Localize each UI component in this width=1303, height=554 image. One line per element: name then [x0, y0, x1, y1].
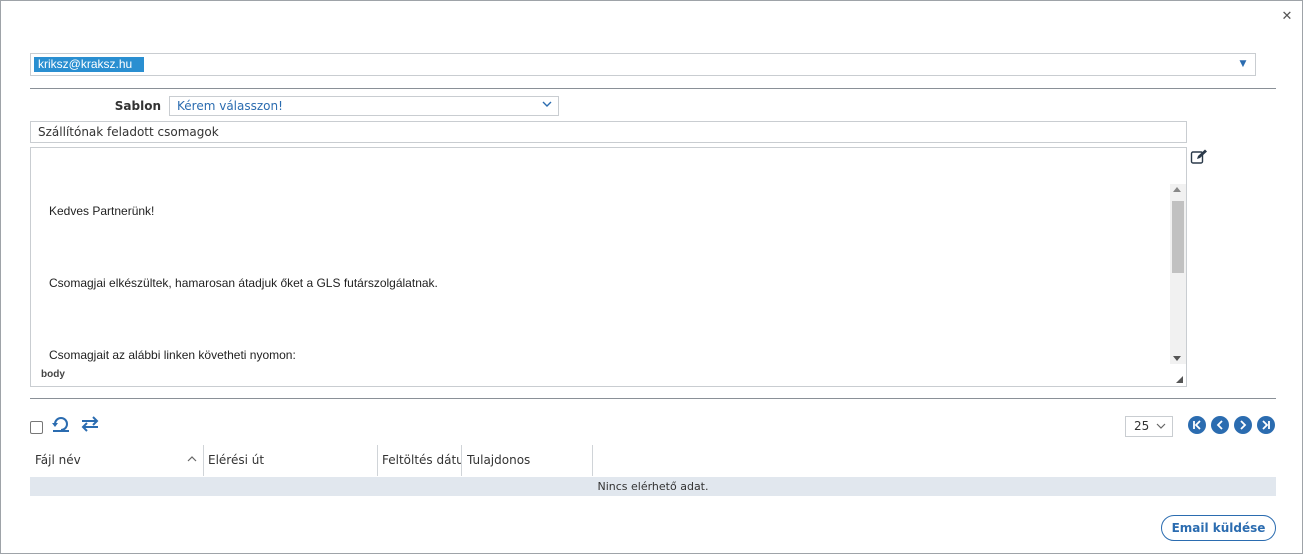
recipient-chip[interactable]: kriksz@kraksz.hu: [34, 57, 145, 72]
column-separator[interactable]: [377, 445, 378, 476]
divider: [30, 88, 1276, 89]
last-page-icon[interactable]: [1257, 416, 1275, 434]
attachments-grid-header: Fájl név Elérési út Feltöltés dátu Tulaj…: [30, 445, 1276, 476]
refresh-icon[interactable]: [51, 415, 71, 433]
column-separator[interactable]: [203, 445, 204, 476]
column-separator[interactable]: [592, 445, 593, 476]
column-header-path[interactable]: Elérési út: [208, 445, 373, 476]
scroll-down-icon[interactable]: [1173, 356, 1181, 361]
column-header-file-name[interactable]: Fájl név: [35, 445, 185, 476]
subject-value: Szállítónak feladott csomagok: [38, 125, 219, 139]
sort-ascending-icon[interactable]: [187, 455, 197, 463]
next-page-icon[interactable]: [1234, 416, 1252, 434]
first-page-icon[interactable]: [1188, 416, 1206, 434]
chevron-down-icon: [1156, 423, 1166, 429]
subject-input[interactable]: Szállítónak feladott csomagok: [30, 121, 1187, 143]
column-header-owner[interactable]: Tulajdonos: [467, 445, 587, 476]
column-header-upload-date[interactable]: Feltöltés dátu: [382, 445, 461, 476]
body-paragraph: Csomagjai elkészültek, hamarosan átadjuk…: [49, 276, 438, 290]
resize-handle-icon[interactable]: [1176, 376, 1183, 383]
editor-content[interactable]: Kedves Partnerünk! Csomagjai elkészültek…: [31, 148, 1170, 368]
previous-page-icon[interactable]: [1211, 416, 1229, 434]
page-size-value: 25: [1134, 419, 1150, 433]
scroll-up-icon[interactable]: [1173, 187, 1181, 192]
column-separator[interactable]: [461, 445, 462, 476]
chevron-down-icon[interactable]: ▼: [1237, 58, 1249, 70]
body-paragraph: Csomagjait az alábbi linken követheti ny…: [49, 348, 296, 362]
template-select[interactable]: Kérem válasszon!: [169, 96, 559, 116]
editor-status-path: body: [41, 369, 65, 380]
close-icon[interactable]: ✕: [1280, 9, 1294, 25]
send-email-button[interactable]: Email küldése: [1161, 515, 1276, 541]
editor-scrollbar[interactable]: [1170, 184, 1186, 364]
template-label: Sablon: [114, 99, 161, 113]
edit-source-icon[interactable]: [1190, 148, 1208, 166]
page-size-select[interactable]: 25: [1125, 416, 1173, 437]
recipients-field[interactable]: kriksz@kraksz.hu ▼: [30, 53, 1256, 76]
divider: [30, 398, 1276, 399]
scrollbar-thumb[interactable]: [1172, 201, 1184, 273]
swap-icon[interactable]: [79, 415, 101, 433]
body-editor[interactable]: Kedves Partnerünk! Csomagjai elkészültek…: [30, 147, 1187, 387]
chevron-down-icon: [542, 101, 552, 107]
body-paragraph: Kedves Partnerünk!: [49, 204, 155, 218]
empty-grid-message: Nincs elérhető adat.: [30, 477, 1276, 496]
template-selected-value: Kérem válasszon!: [177, 99, 283, 113]
email-dialog: ✕ kriksz@kraksz.hu ▼ Sablon Kérem válass…: [0, 0, 1303, 554]
select-all-checkbox[interactable]: [30, 421, 43, 434]
